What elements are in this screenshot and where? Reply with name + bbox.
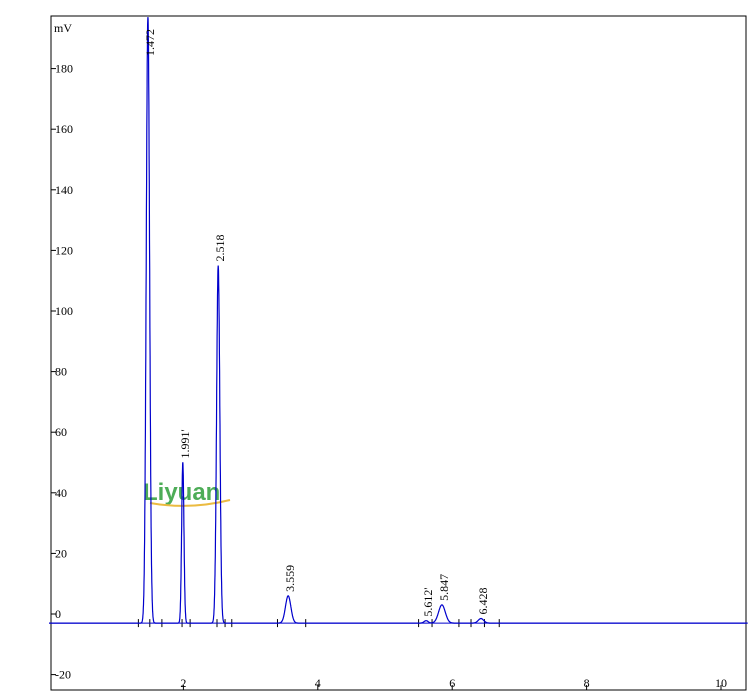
peak-label: 5.612'	[421, 587, 435, 616]
x-axis: 2 4 6 8 10	[180, 676, 727, 690]
y-tick-label: 160	[55, 122, 73, 136]
peak-label: 1.472	[143, 29, 157, 56]
y-tick-label: 20	[55, 546, 67, 560]
y-tick-label: -20	[55, 668, 71, 682]
peak-label: 2.518	[213, 235, 227, 262]
peak-label: 3.559	[283, 565, 297, 592]
peak-label: 5.847	[437, 574, 451, 601]
chromatogram-trace	[49, 17, 748, 624]
plot-frame	[50, 15, 747, 691]
x-tick-label: 4	[315, 676, 321, 690]
y-tick-label: 0	[55, 607, 61, 621]
plot-border	[50, 15, 747, 691]
watermark-logo: Liyuan	[143, 479, 231, 507]
x-tick-label: 2	[180, 676, 186, 690]
y-tick-label: 180	[55, 62, 73, 76]
y-axis-unit-label: mV	[54, 21, 72, 35]
peak-label: 6.428	[476, 588, 490, 615]
y-tick-label: 60	[55, 425, 67, 439]
y-tick-label: 140	[55, 183, 73, 197]
y-tick-label: 80	[55, 365, 67, 379]
x-tick-label: 8	[584, 676, 590, 690]
x-tick-label: 10	[715, 676, 727, 690]
y-axis: -20 0 20 40 60 80 100 120 140 160 180	[51, 62, 73, 682]
chromatogram-chart: -20 0 20 40 60 80 100 120 140 160 180 2 4 6 8 10 mV Li…	[49, 15, 748, 691]
y-tick-label: 40	[55, 486, 67, 500]
y-tick-label: 120	[55, 243, 73, 257]
peak-labels: 1.472 1.991' 2.518 3.559 5.612'5.847 6.428	[143, 29, 490, 617]
peak-label: 1.991'	[178, 429, 192, 458]
x-tick-label: 6	[449, 676, 455, 690]
y-tick-label: 100	[55, 304, 73, 318]
